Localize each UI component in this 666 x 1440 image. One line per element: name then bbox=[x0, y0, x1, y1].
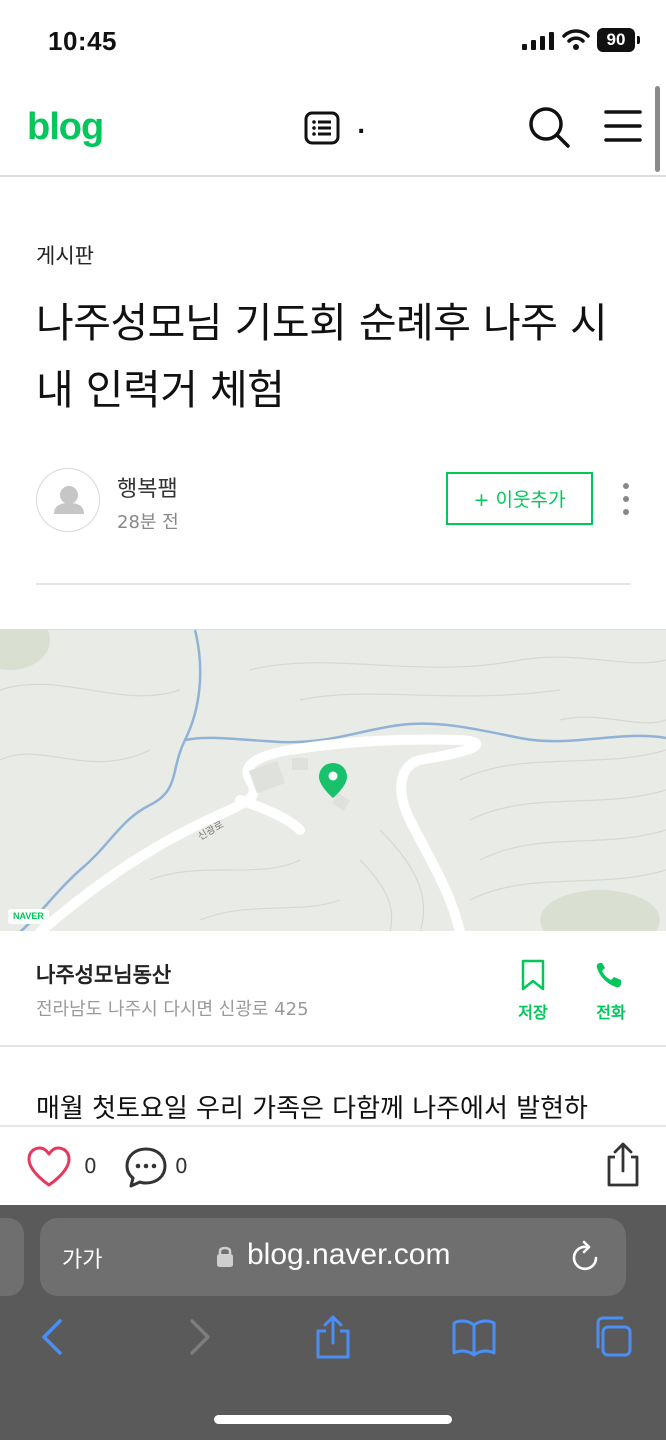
post-list-icon[interactable] bbox=[304, 110, 340, 146]
place-name[interactable]: 나주성모님동산 bbox=[36, 959, 171, 989]
bookmark-icon bbox=[521, 959, 545, 991]
blog-header: blog . bbox=[0, 80, 666, 177]
save-place-button[interactable]: 저장 bbox=[510, 959, 556, 1023]
text-size-button[interactable]: 가가 bbox=[62, 1242, 102, 1274]
home-indicator[interactable] bbox=[214, 1415, 452, 1424]
map-pin-icon[interactable] bbox=[319, 763, 347, 798]
avatar[interactable] bbox=[36, 468, 100, 532]
battery-level: 90 bbox=[597, 28, 635, 52]
add-neighbor-button[interactable]: + 이웃추가 bbox=[446, 472, 593, 525]
previous-tab-peek[interactable] bbox=[0, 1218, 24, 1296]
bookmarks-icon[interactable] bbox=[451, 1315, 497, 1359]
forward-icon[interactable] bbox=[176, 1315, 216, 1359]
more-icon[interactable] bbox=[616, 482, 636, 516]
like-count: 0 bbox=[84, 1154, 97, 1178]
post-category[interactable]: 게시판 bbox=[36, 240, 94, 270]
naver-map-badge: NAVER bbox=[8, 909, 49, 924]
blog-nickname: . bbox=[357, 114, 366, 139]
status-time: 10:45 bbox=[48, 26, 117, 56]
post-time: 28분 전 bbox=[117, 512, 179, 533]
blog-logo[interactable]: blog bbox=[27, 106, 104, 149]
browser-chrome: 가가 blog.naver.com bbox=[0, 1205, 666, 1440]
signal-icon bbox=[522, 32, 554, 50]
meta-divider bbox=[36, 583, 630, 585]
scrollbar[interactable] bbox=[655, 86, 660, 172]
post-title: 나주성모님 기도회 순례후 나주 시내 인력거 체험 bbox=[36, 299, 608, 414]
menu-icon[interactable] bbox=[604, 108, 642, 144]
wifi-icon bbox=[562, 29, 590, 50]
heart-icon[interactable] bbox=[26, 1145, 72, 1189]
place-card[interactable]: 나주성모님동산 전라남도 나주시 다시면 신광로 425 저장 전화 bbox=[0, 931, 666, 1047]
call-place-button[interactable]: 전화 bbox=[588, 959, 634, 1023]
share-icon[interactable] bbox=[603, 1141, 643, 1189]
default-avatar-icon bbox=[54, 486, 84, 514]
battery-nub bbox=[637, 36, 640, 44]
post-body-text: 매월 첫토요일 우리 가족은 다함께 나주에서 발현하 bbox=[36, 1094, 588, 1124]
tabs-icon[interactable] bbox=[592, 1315, 632, 1359]
url-field[interactable]: blog.naver.com bbox=[247, 1238, 450, 1272]
map-canvas: 신광로 bbox=[0, 630, 666, 931]
comment-icon[interactable] bbox=[124, 1145, 168, 1189]
address-bar[interactable]: 가가 blog.naver.com bbox=[40, 1218, 626, 1296]
page: 10:45 90 blog . 게시판 나주성모님 기도회 순례후 나주 시내 … bbox=[0, 0, 666, 1440]
save-label: 저장 bbox=[518, 1003, 548, 1022]
battery-indicator: 90 bbox=[597, 28, 641, 52]
search-icon[interactable] bbox=[528, 106, 570, 148]
status-bar: 10:45 90 bbox=[0, 0, 666, 80]
back-icon[interactable] bbox=[36, 1315, 76, 1359]
phone-icon bbox=[596, 963, 621, 988]
share-sheet-icon[interactable] bbox=[313, 1315, 353, 1359]
reload-icon[interactable] bbox=[570, 1240, 602, 1274]
author-name[interactable]: 행복팸 bbox=[117, 471, 178, 503]
call-label: 전화 bbox=[596, 1003, 626, 1022]
post-action-bar: 0 0 bbox=[0, 1125, 666, 1205]
comment-count: 0 bbox=[175, 1154, 188, 1178]
map-view[interactable]: 신광로 NAVER bbox=[0, 629, 666, 931]
lock-icon bbox=[217, 1246, 233, 1267]
place-address: 전라남도 나주시 다시면 신광로 425 bbox=[36, 999, 309, 1020]
